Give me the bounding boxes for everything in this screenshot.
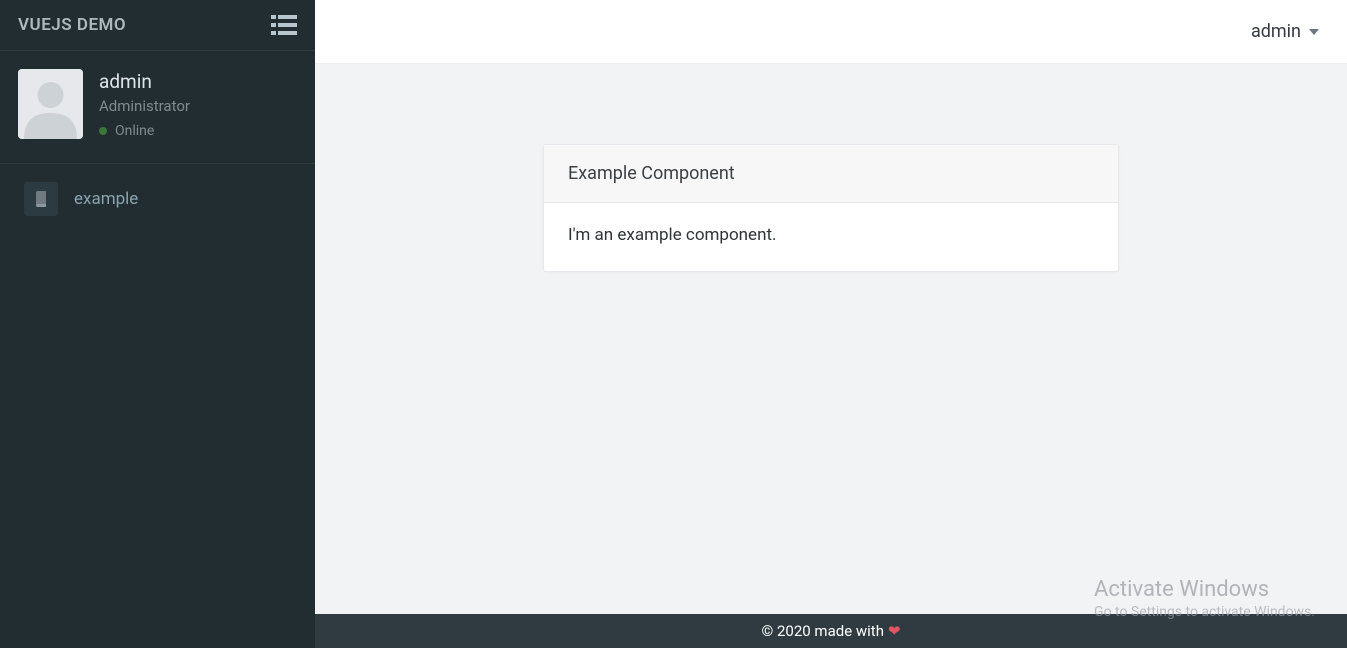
sidebar-header: VUEJS DEMO: [0, 0, 315, 51]
content: Example Component I'm an example compone…: [315, 64, 1347, 648]
topbar: admin: [315, 0, 1347, 64]
status-dot-icon: [99, 127, 107, 135]
main: admin Example Component I'm an example c…: [315, 0, 1347, 648]
footer-text: © 2020 made with: [761, 622, 883, 640]
avatar: [18, 69, 83, 139]
card-body: I'm an example component.: [544, 203, 1118, 271]
user-meta: admin Administrator Online: [99, 70, 190, 139]
menu-toggle-button[interactable]: [271, 14, 297, 36]
user-menu-label: admin: [1251, 21, 1301, 42]
chevron-down-icon: [1309, 29, 1319, 35]
user-status-label: Online: [115, 123, 154, 139]
user-role: Administrator: [99, 97, 190, 115]
menu-list-icon: [271, 14, 297, 36]
book-icon: [33, 191, 49, 207]
user-panel: admin Administrator Online: [0, 51, 315, 164]
footer: © 2020 made with ❤: [315, 614, 1347, 648]
app-title: VUEJS DEMO: [18, 15, 126, 35]
nav-icon-wrap: [24, 182, 58, 216]
user-name: admin: [99, 70, 190, 93]
sidebar: VUEJS DEMO: [0, 0, 315, 648]
sidebar-item-label: example: [74, 189, 138, 209]
heart-icon: ❤: [888, 622, 901, 640]
sidebar-item-example[interactable]: example: [10, 172, 305, 226]
sidebar-nav: example: [0, 164, 315, 234]
user-menu[interactable]: admin: [1251, 21, 1319, 42]
user-status: Online: [99, 123, 190, 139]
card-title: Example Component: [544, 145, 1118, 203]
example-card: Example Component I'm an example compone…: [543, 144, 1119, 272]
